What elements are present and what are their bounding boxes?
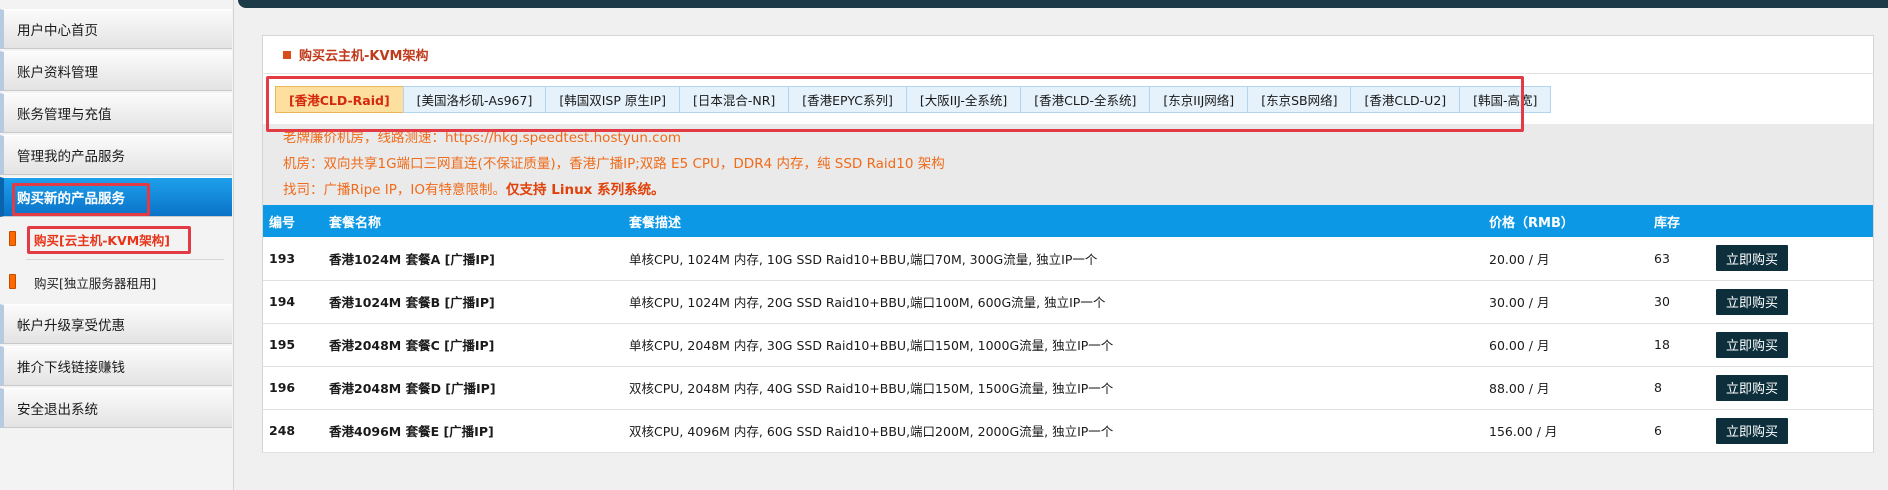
col-header-name: 套餐名称 (323, 205, 623, 237)
tab-tokyo-iij[interactable]: [东京IIJ网络] (1149, 86, 1249, 113)
table-row: 195 香港2048M 套餐C [广播IP] 单核CPU, 2048M 内存, … (263, 323, 1873, 367)
sidebar-item-buy-new[interactable]: 购买新的产品服务 (0, 177, 232, 217)
cell-name: 香港1024M 套餐A [广播IP] (323, 237, 623, 281)
top-bar (238, 0, 1888, 8)
sidebar-item-upgrade[interactable]: 帐户升级享受优惠 (0, 304, 232, 344)
sidebar-item-label: 账务管理与充值 (17, 107, 112, 123)
sidebar-item-label: 推介下线链接赚钱 (17, 360, 125, 376)
info-line-datacenter: 机房：双向共享1G端口三网直连(不保证质量)，香港广播IP;双路 E5 CPU，… (283, 156, 945, 172)
cell-price: 30.00 / 月 (1483, 280, 1648, 324)
bullet-icon (9, 274, 16, 289)
cell-name: 香港2048M 套餐D [广播IP] (323, 366, 623, 410)
tab-hk-cld-u2[interactable]: [香港CLD-U2] (1350, 86, 1461, 113)
panel-title: 购买云主机-KVM架构 (299, 49, 429, 64)
sidebar-item-label: 安全退出系统 (17, 402, 98, 418)
cell-desc: 单核CPU, 2048M 内存, 30G SSD Raid10+BBU,端口15… (623, 323, 1483, 367)
col-header-action (1710, 205, 1873, 237)
sidebar-item-referral[interactable]: 推介下线链接赚钱 (0, 346, 232, 386)
tab-kr-high-bandwidth[interactable]: [韩国-高宽] (1459, 86, 1552, 113)
cell-id: 195 (263, 323, 323, 367)
sidebar-subitem-buy-dedicated[interactable]: 购买[独立服务器租用] (0, 263, 232, 301)
tab-jp-mixed-nr[interactable]: [日本混合-NR] (678, 86, 790, 113)
location-tabs: [香港CLD-Raid] [美国洛杉矶-As967] [韩国双ISP 原生IP]… (275, 86, 1552, 113)
sidebar-item-billing[interactable]: 账务管理与充值 (0, 93, 232, 133)
sidebar-item-home[interactable]: 用户中心首页 (0, 9, 232, 49)
cell-price: 156.00 / 月 (1483, 409, 1648, 453)
cell-id: 193 (263, 237, 323, 281)
cell-name: 香港1024M 套餐B [广播IP] (323, 280, 623, 324)
cell-stock: 18 (1648, 323, 1710, 367)
sidebar-subitem-buy-kvm[interactable]: 购买[云主机-KVM架构] (0, 220, 232, 258)
sidebar-item-logout[interactable]: 安全退出系统 (0, 388, 232, 428)
info-notes-strong: 仅支持 Linux 系列系统。 (506, 182, 665, 198)
cell-desc: 双核CPU, 4096M 内存, 60G SSD Raid10+BBU,端口20… (623, 409, 1483, 453)
table-row: 194 香港1024M 套餐B [广播IP] 单核CPU, 1024M 内存, … (263, 280, 1873, 324)
cell-id: 248 (263, 409, 323, 453)
cell-desc: 单核CPU, 1024M 内存, 20G SSD Raid10+BBU,端口10… (623, 280, 1483, 324)
sidebar: 用户中心首页 账户资料管理 账务管理与充值 管理我的产品服务 购买新的产品服务 … (0, 0, 234, 490)
cell-id: 194 (263, 280, 323, 324)
cell-stock: 8 (1648, 366, 1710, 410)
cell-desc: 单核CPU, 1024M 内存, 10G SSD Raid10+BBU,端口70… (623, 237, 1483, 281)
info-line-speedtest: 老牌廉价机房，线路测速：https://hkg.speedtest.hostyu… (283, 130, 681, 146)
buy-now-button[interactable]: 立即购买 (1716, 331, 1789, 358)
info-notes-text: 找司：广播Ripe IP，IO有特意限制。 (283, 182, 507, 198)
buy-now-button[interactable]: 立即购买 (1716, 245, 1789, 272)
tab-us-la-as967[interactable]: [美国洛杉矶-As967] (402, 86, 547, 113)
tab-tokyo-sb[interactable]: [东京SB网络] (1247, 86, 1352, 113)
sidebar-item-profile[interactable]: 账户资料管理 (0, 51, 232, 91)
cell-price: 60.00 / 月 (1483, 323, 1648, 367)
cell-name: 香港4096M 套餐E [广播IP] (323, 409, 623, 453)
tab-hk-cld-all[interactable]: [香港CLD-全系统] (1020, 86, 1151, 113)
square-bullet-icon (283, 50, 291, 59)
sidebar-item-label: 账户资料管理 (17, 65, 98, 81)
cell-action: 立即购买 (1710, 237, 1873, 281)
col-header-stock: 库存 (1648, 205, 1710, 237)
cell-desc: 双核CPU, 2048M 内存, 40G SSD Raid10+BBU,端口15… (623, 366, 1483, 410)
table-header-row: 编号 套餐名称 套餐描述 价格（RMB） 库存 (263, 205, 1873, 237)
info-section: 老牌廉价机房，线路测速：https://hkg.speedtest.hostyu… (263, 124, 1873, 205)
cell-stock: 63 (1648, 237, 1710, 281)
cell-action: 立即购买 (1710, 323, 1873, 367)
cell-price: 88.00 / 月 (1483, 366, 1648, 410)
bullet-icon (9, 231, 16, 246)
sidebar-subitem-label: 购买[云主机-KVM架构] (34, 232, 170, 248)
plans-table: 编号 套餐名称 套餐描述 价格（RMB） 库存 193 香港1024M 套餐A … (263, 205, 1873, 453)
col-header-desc: 套餐描述 (623, 205, 1483, 237)
tab-osaka-iij[interactable]: [大阪IIJ-全系统] (905, 86, 1022, 113)
table-row: 193 香港1024M 套餐A [广播IP] 单核CPU, 1024M 内存, … (263, 237, 1873, 281)
cell-id: 196 (263, 366, 323, 410)
sidebar-subitem-label: 购买[独立服务器租用] (34, 275, 157, 291)
buy-now-button[interactable]: 立即购买 (1716, 288, 1789, 315)
info-line-notes: 找司：广播Ripe IP，IO有特意限制。仅支持 Linux 系列系统。 (283, 178, 665, 198)
tab-hk-cld-raid[interactable]: [香港CLD-Raid] (275, 86, 404, 113)
cell-action: 立即购买 (1710, 366, 1873, 410)
col-header-id: 编号 (263, 205, 323, 237)
purchase-panel: 购买云主机-KVM架构 [香港CLD-Raid] [美国洛杉矶-As967] [… (262, 35, 1874, 453)
cell-name: 香港2048M 套餐C [广播IP] (323, 323, 623, 367)
buy-now-button[interactable]: 立即购买 (1716, 417, 1789, 444)
cell-stock: 6 (1648, 409, 1710, 453)
sidebar-item-label: 帐户升级享受优惠 (17, 318, 125, 334)
cell-action: 立即购买 (1710, 280, 1873, 324)
sidebar-item-label: 管理我的产品服务 (17, 149, 125, 165)
divider (26, 259, 224, 260)
col-header-price: 价格（RMB） (1483, 205, 1648, 237)
sidebar-item-my-services[interactable]: 管理我的产品服务 (0, 135, 232, 175)
cell-action: 立即购买 (1710, 409, 1873, 453)
cell-stock: 30 (1648, 280, 1710, 324)
table-row: 248 香港4096M 套餐E [广播IP] 双核CPU, 4096M 内存, … (263, 409, 1873, 453)
cell-price: 20.00 / 月 (1483, 237, 1648, 281)
sidebar-item-label: 购买新的产品服务 (17, 191, 125, 207)
sidebar-item-label: 用户中心首页 (17, 23, 98, 39)
panel-header: 购买云主机-KVM架构 (263, 36, 1873, 74)
tab-hk-epyc[interactable]: [香港EPYC系列] (788, 86, 907, 113)
tab-kr-dual-isp[interactable]: [韩国双ISP 原生IP] (545, 86, 680, 113)
table-row: 196 香港2048M 套餐D [广播IP] 双核CPU, 2048M 内存, … (263, 366, 1873, 410)
buy-now-button[interactable]: 立即购买 (1716, 374, 1789, 401)
